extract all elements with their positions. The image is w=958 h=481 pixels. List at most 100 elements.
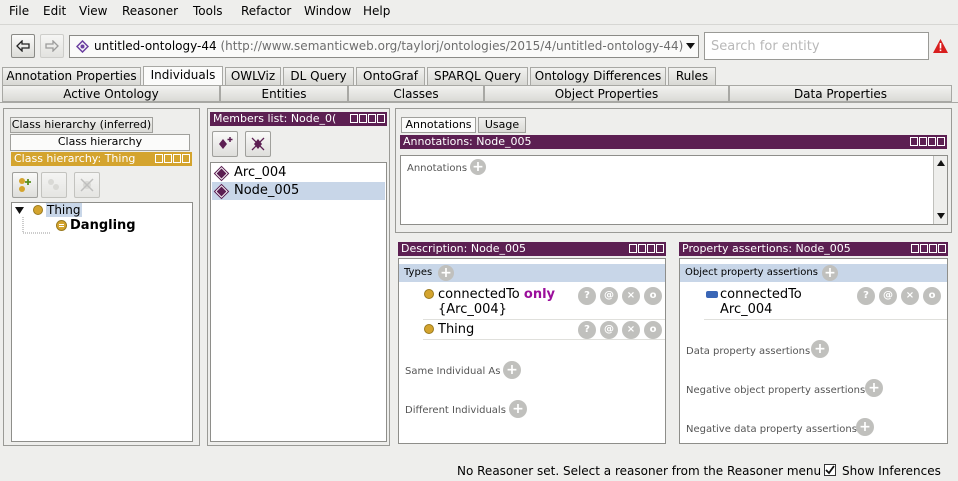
menu-file[interactable]: File: [9, 4, 29, 18]
search-input[interactable]: [704, 32, 929, 60]
menu-window[interactable]: Window: [304, 4, 351, 18]
types-label: Types: [404, 267, 433, 278]
forward-button[interactable]: [40, 34, 64, 58]
subtab-classes[interactable]: Classes: [348, 85, 484, 102]
warning-icon[interactable]: [933, 39, 948, 53]
list-item-selected[interactable]: Node_005: [212, 182, 385, 200]
explain-button[interactable]: ?: [578, 321, 596, 339]
arrow-left-icon: [16, 40, 30, 52]
object-assertions-header: Object property assertions: [680, 264, 947, 282]
defined-class-icon: [56, 220, 67, 231]
add-subclass-icon: [19, 178, 31, 192]
subtab-entities[interactable]: Entities: [220, 85, 348, 102]
tab-class-hierarchy[interactable]: Class hierarchy: [10, 134, 190, 151]
tab-dl-query[interactable]: DL Query: [283, 67, 354, 85]
add-sibling-class-button[interactable]: [41, 172, 67, 198]
view-controls[interactable]: [629, 244, 664, 253]
show-inferences-label: Show Inferences: [842, 464, 941, 478]
subtab-data-properties[interactable]: Data Properties: [729, 85, 952, 102]
back-button[interactable]: [11, 34, 35, 58]
view-controls[interactable]: [911, 244, 946, 253]
explain-button[interactable]: ?: [857, 287, 875, 305]
view-controls[interactable]: [155, 154, 190, 163]
tab-annotations[interactable]: Annotations: [401, 117, 476, 133]
show-inferences-checkbox[interactable]: [824, 464, 836, 476]
delete-button[interactable]: ×: [901, 287, 919, 305]
tab-ontology-differences[interactable]: Ontology Differences: [530, 67, 666, 85]
add-different-individual-button[interactable]: +: [509, 400, 527, 418]
delete-individual-button[interactable]: [245, 131, 271, 157]
edit-button[interactable]: o: [923, 287, 941, 305]
tab-class-hierarchy-inferred[interactable]: Class hierarchy (inferred): [10, 117, 153, 133]
add-negative-object-assertion-button[interactable]: +: [865, 379, 883, 397]
expand-triangle-icon[interactable]: [15, 207, 24, 215]
menu-refactor[interactable]: Refactor: [241, 4, 291, 18]
negative-data-assertions-label: Negative data property assertions: [686, 424, 857, 435]
tab-sparql-query[interactable]: SPARQL Query: [427, 67, 528, 85]
delete-class-icon: [80, 178, 94, 192]
class-hierarchy-title-text: Class hierarchy: Thing: [14, 152, 136, 165]
toolbar: untitled-ontology-44 (http://www.semanti…: [0, 24, 958, 66]
menu-help[interactable]: Help: [363, 4, 390, 18]
edit-button[interactable]: o: [644, 287, 662, 305]
add-same-individual-button[interactable]: +: [503, 361, 521, 379]
same-individual-label: Same Individual As: [405, 366, 501, 377]
negative-object-assertions-label: Negative object property assertions: [686, 385, 866, 396]
edit-button[interactable]: o: [644, 321, 662, 339]
list-item-label: Node_005: [234, 183, 300, 198]
explain-button[interactable]: ?: [578, 287, 596, 305]
data-assertions-label: Data property assertions: [686, 346, 811, 357]
list-item[interactable]: Arc_004: [212, 164, 385, 182]
scrollbar[interactable]: [933, 156, 947, 224]
members-list-view: Members list: Node_0( Arc_004 Node_005: [207, 108, 390, 446]
tab-rules[interactable]: Rules: [668, 67, 716, 85]
property-assertions-view: Property assertions: Node_005 Object pro…: [676, 238, 952, 446]
view-controls[interactable]: [910, 137, 945, 146]
annotate-button[interactable]: @: [879, 287, 897, 305]
annotate-button[interactable]: @: [600, 321, 618, 339]
description-title: Description: Node_005: [398, 242, 666, 256]
axiom-buttons: ? @ × o: [857, 287, 941, 305]
add-data-assertion-button[interactable]: +: [811, 340, 829, 358]
tab-annotation-properties[interactable]: Annotation Properties: [2, 67, 141, 85]
annotate-button[interactable]: @: [600, 287, 618, 305]
divider: [423, 339, 665, 340]
add-negative-data-assertion-button[interactable]: +: [856, 418, 874, 436]
add-annotation-button[interactable]: +: [470, 159, 486, 175]
status-bar: No Reasoner set. Select a reasoner from …: [0, 460, 958, 481]
tree-node-dangling[interactable]: Dangling: [70, 218, 136, 233]
arrow-right-icon: [45, 40, 59, 52]
ontology-url: (http://www.semanticweb.org/taylorj/onto…: [220, 39, 684, 53]
delete-button[interactable]: ×: [622, 321, 640, 339]
object-property-icon: [706, 291, 718, 298]
annotations-title-text: Annotations: Node_005: [403, 135, 532, 148]
menu-tools[interactable]: Tools: [193, 4, 223, 18]
property-assertions-list: Object property assertions + connectedTo…: [679, 258, 948, 444]
scroll-down-icon[interactable]: [937, 213, 945, 219]
tab-ontograf[interactable]: OntoGraf: [356, 67, 425, 85]
add-subclass-button[interactable]: [12, 172, 38, 198]
annotations-list: Annotations +: [400, 155, 948, 225]
subtab-active-ontology[interactable]: Active Ontology: [2, 85, 220, 102]
ontology-selector[interactable]: untitled-ontology-44 (http://www.semanti…: [69, 35, 699, 58]
add-object-assertion-button[interactable]: +: [822, 265, 838, 281]
tab-individuals[interactable]: Individuals: [143, 66, 223, 85]
add-type-button[interactable]: +: [438, 265, 454, 281]
delete-button[interactable]: ×: [622, 287, 640, 305]
tab-usage[interactable]: Usage: [478, 117, 526, 133]
delete-class-button[interactable]: [74, 172, 100, 198]
type-expression: connectedTo only: [438, 287, 555, 302]
tree-node-thing[interactable]: Thing: [46, 203, 82, 217]
divider: [423, 319, 665, 320]
class-icon: [424, 289, 434, 299]
subtab-object-properties[interactable]: Object Properties: [484, 85, 729, 102]
menu-reasoner[interactable]: Reasoner: [122, 4, 178, 18]
scroll-up-icon[interactable]: [937, 160, 945, 166]
menu-edit[interactable]: Edit: [43, 4, 66, 18]
add-sibling-icon: [48, 179, 59, 190]
description-view: Description: Node_005 Types + connectedT…: [395, 238, 671, 446]
menu-view[interactable]: View: [79, 4, 107, 18]
tab-owlviz[interactable]: OWLViz: [225, 67, 281, 85]
add-individual-button[interactable]: [212, 131, 238, 157]
view-controls[interactable]: [350, 114, 385, 123]
